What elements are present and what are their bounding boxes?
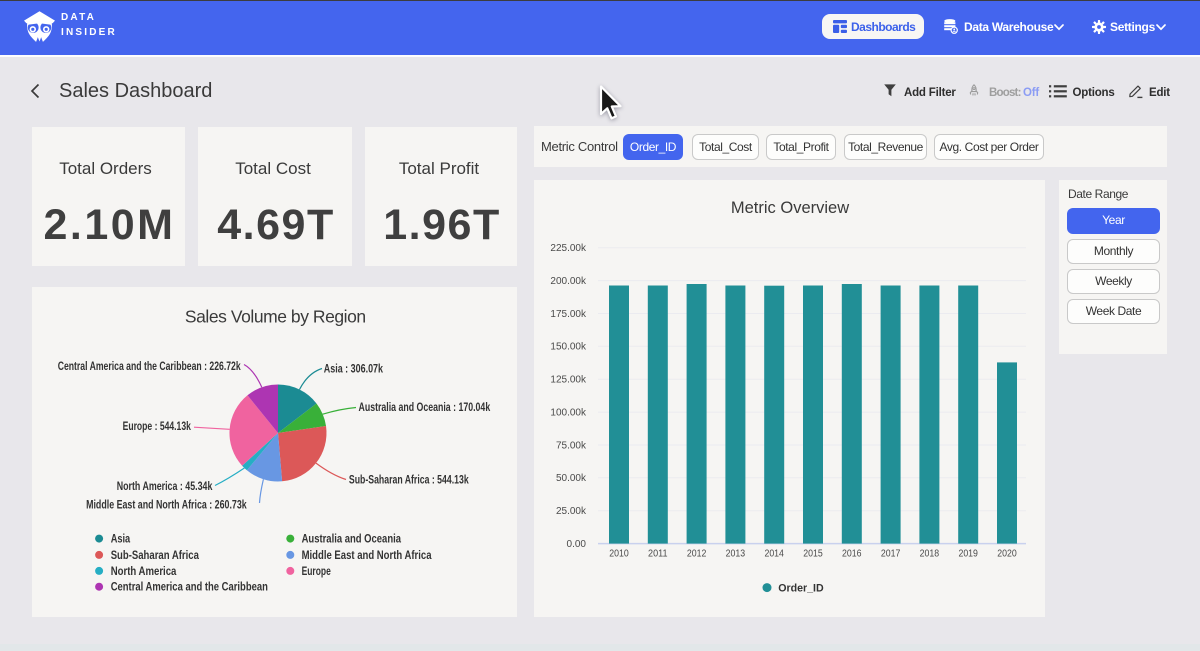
svg-text:25.00k: 25.00k <box>556 506 587 517</box>
svg-text:Australia and Oceania : 170.04: Australia and Oceania : 170.04k <box>359 400 491 414</box>
svg-text:Australia and Oceania: Australia and Oceania <box>302 534 402 546</box>
svg-text:Asia: Asia <box>111 534 131 546</box>
svg-text:150.00k: 150.00k <box>550 342 587 353</box>
svg-text:Sub-Saharan Africa : 544.13k: Sub-Saharan Africa : 544.13k <box>349 472 469 486</box>
svg-text:Central America and the Caribb: Central America and the Caribbean <box>111 582 268 594</box>
svg-text:Middle East and North Africa: Middle East and North Africa <box>302 550 432 562</box>
svg-text:2018: 2018 <box>920 548 940 559</box>
svg-text:Sales Volume by Region: Sales Volume by Region <box>185 306 366 326</box>
svg-text:Sub-Saharan Africa: Sub-Saharan Africa <box>111 550 200 562</box>
svg-text:2014: 2014 <box>764 548 784 559</box>
svg-text:2015: 2015 <box>803 548 823 559</box>
svg-text:Order_ID: Order_ID <box>778 583 824 595</box>
svg-text:2016: 2016 <box>842 548 862 559</box>
svg-text:2013: 2013 <box>726 548 746 559</box>
svg-text:Metric Overview: Metric Overview <box>731 199 849 217</box>
svg-text:North America: North America <box>111 566 177 578</box>
svg-text:North America : 45.34k: North America : 45.34k <box>117 479 213 493</box>
svg-text:75.00k: 75.00k <box>556 440 587 451</box>
svg-text:2011: 2011 <box>648 548 668 559</box>
svg-text:2017: 2017 <box>881 548 901 559</box>
svg-text:Asia : 306.07k: Asia : 306.07k <box>324 361 383 375</box>
svg-text:Europe: Europe <box>302 566 331 578</box>
svg-text:175.00k: 175.00k <box>550 309 587 320</box>
svg-text:0.00: 0.00 <box>567 539 587 550</box>
svg-text:125.00k: 125.00k <box>550 375 587 386</box>
svg-text:100.00k: 100.00k <box>550 407 587 418</box>
svg-text:2019: 2019 <box>958 548 978 559</box>
svg-text:200.00k: 200.00k <box>550 276 587 287</box>
svg-text:Europe : 544.13k: Europe : 544.13k <box>123 419 192 433</box>
svg-text:Central America and the Caribb: Central America and the Caribbean : 226.… <box>58 359 241 373</box>
svg-text:225.00k: 225.00k <box>550 243 587 254</box>
svg-text:Middle East and North Africa :: Middle East and North Africa : 260.73k <box>86 498 247 512</box>
svg-text:50.00k: 50.00k <box>556 473 587 484</box>
svg-text:2010: 2010 <box>609 548 629 559</box>
svg-text:2020: 2020 <box>997 548 1017 559</box>
svg-text:2012: 2012 <box>687 548 707 559</box>
